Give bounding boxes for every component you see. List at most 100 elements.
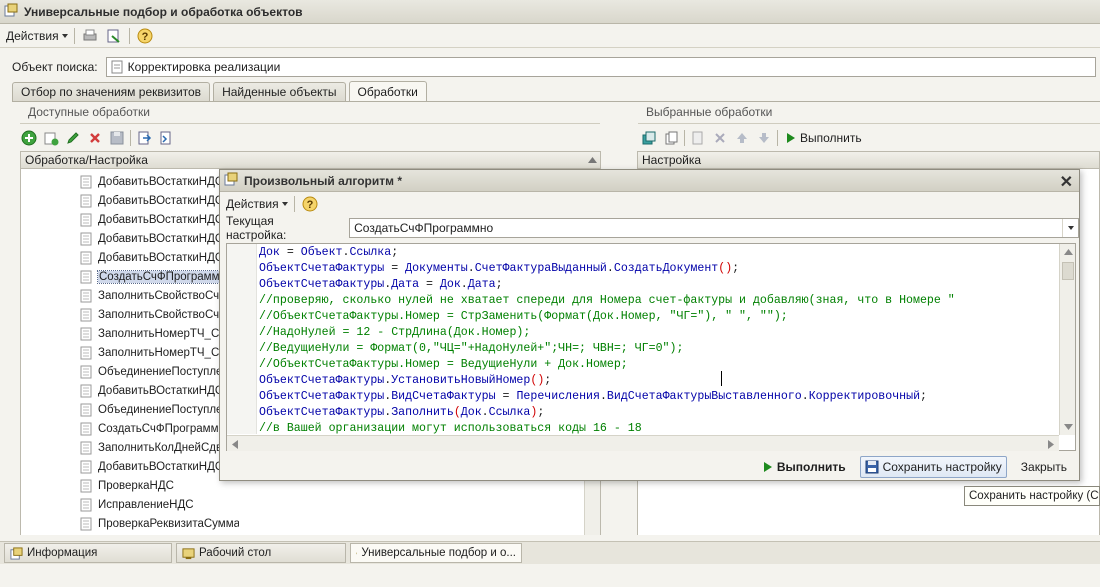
- move-up-button[interactable]: [733, 129, 751, 147]
- delete-icon: [90, 133, 100, 143]
- scroll-up-button[interactable]: [1060, 244, 1076, 260]
- save-setting-button[interactable]: Сохранить настройку: [859, 456, 1007, 478]
- delete-icon: [715, 133, 725, 143]
- code-line[interactable]: ОбъектСчетаФактуры. ВидСчетаФактуры = Пер…: [259, 389, 1059, 405]
- code-line[interactable]: //проверяю, сколько нулей не хватает спе…: [259, 293, 1059, 309]
- scroll-up-button[interactable]: [584, 152, 600, 168]
- list-item[interactable]: ДобавитьВОстаткиНДС_К: [79, 210, 239, 229]
- document-icon: [80, 289, 92, 302]
- open-document-icon: [138, 131, 152, 145]
- list-item[interactable]: ДобавитьВОстаткиНДС_Р: [79, 248, 239, 267]
- duplicate-button[interactable]: [662, 129, 680, 147]
- delete-button[interactable]: [86, 129, 104, 147]
- code-text[interactable]: Док = Объект.Ссылка; ОбъектСчетаФактуры =…: [259, 244, 1059, 434]
- move-down-button[interactable]: [755, 129, 773, 147]
- arrow-left-icon: [232, 439, 238, 449]
- code-line[interactable]: //ВедущиеНули = Формат(0,"ЧЦ="+НадоНулей…: [259, 341, 1059, 357]
- code-line[interactable]: //НадоНулей = 12 - СтрДлина(Док.Номер);: [259, 325, 1059, 341]
- scroll-down-button[interactable]: [1060, 419, 1076, 435]
- code-token: Док: [259, 246, 280, 259]
- code-line[interactable]: Док = Объект.Ссылка;: [259, 245, 1059, 261]
- window-titlebar: Универсальные подбор и обработка объекто…: [0, 0, 1100, 24]
- copy-settings-button[interactable]: [640, 129, 658, 147]
- list-item[interactable]: ДобавитьВОстаткиНДС: [79, 172, 239, 191]
- list-item[interactable]: ОбъединениеПоступлений: [79, 400, 239, 419]
- open-button[interactable]: [135, 129, 153, 147]
- list-item[interactable]: ЗаполнитьСвойствоСчФПр: [79, 286, 239, 305]
- list-item[interactable]: ДобавитьВОстаткиНДС_К: [79, 381, 239, 400]
- editor-horizontal-scrollbar[interactable]: [227, 435, 1059, 451]
- toolbar-separator: [130, 130, 131, 146]
- chevron-down-icon[interactable]: [1062, 219, 1078, 237]
- list-item[interactable]: ЗаполнитьНомерТЧ_СЧФ: [79, 343, 239, 362]
- tab-divider: [12, 101, 1100, 102]
- settings-column-header[interactable]: Настройка: [637, 151, 1100, 169]
- remove-selected-button[interactable]: [711, 129, 729, 147]
- list-item[interactable]: ДобавитьВОстаткиНДС_К: [79, 229, 239, 248]
- chevron-down-icon: [281, 202, 288, 206]
- code-editor[interactable]: Док = Объект.Ссылка; ОбъектСчетаФактуры =…: [226, 243, 1076, 451]
- save-button[interactable]: [108, 129, 126, 147]
- dialog-actions-menu-button[interactable]: Действия: [226, 197, 288, 211]
- document-icon: [80, 517, 92, 530]
- task-universal-processing[interactable]: Универсальные подбор и о...: [350, 543, 522, 563]
- code-token: ВидСчетаФактурыВыставленного: [606, 390, 802, 403]
- task-label: Информация: [27, 547, 98, 559]
- document-icon: [80, 365, 92, 378]
- code-line[interactable]: //в Вашей организации могут использовать…: [259, 421, 1059, 434]
- print-button[interactable]: [81, 27, 99, 45]
- actions-menu-button[interactable]: Действия: [6, 29, 68, 43]
- editor-vertical-scrollbar[interactable]: [1059, 244, 1075, 435]
- close-icon[interactable]: ✕: [1060, 172, 1073, 192]
- scroll-left-button[interactable]: [227, 436, 243, 452]
- add-selected-button[interactable]: [689, 129, 707, 147]
- task-information[interactable]: Информация: [4, 543, 172, 563]
- list-item[interactable]: СоздатьСчФПрограммно_: [79, 419, 239, 438]
- scroll-right-button[interactable]: [1043, 436, 1059, 452]
- list-item[interactable]: ИсправлениеНДС: [79, 495, 239, 514]
- list-item[interactable]: ПроверкаРеквизитаСуммаВключаетНДС: [79, 514, 239, 533]
- list-item[interactable]: ЗаполнитьКолДнейСдвига: [79, 438, 239, 457]
- run-button[interactable]: Выполнить: [759, 456, 850, 478]
- dialog-help-button[interactable]: ?: [301, 195, 319, 213]
- document-icon: [80, 308, 92, 321]
- code-line[interactable]: ОбъектСчетаФактуры.Заполнить(Док.Ссылка)…: [259, 405, 1059, 421]
- select-button[interactable]: [105, 27, 123, 45]
- list-item-label: ОбъединениеПоступлений: [98, 365, 239, 378]
- select-icon: [107, 29, 120, 43]
- current-setting-select[interactable]: СоздатьСчФПрограммно: [349, 218, 1079, 238]
- list-item[interactable]: ОбъединениеПоступлений: [79, 362, 239, 381]
- document-icon: [80, 346, 92, 359]
- code-token: Заполнить: [391, 406, 454, 419]
- run-selected-button[interactable]: Выполнить: [782, 127, 866, 149]
- list-item[interactable]: ДобавитьВОстаткиНДС_Р: [79, 191, 239, 210]
- code-line[interactable]: //ОбъектСчетаФактуры.Номер = СтрЗаменить…: [259, 309, 1059, 325]
- export-button[interactable]: [157, 129, 175, 147]
- edit-button[interactable]: [64, 129, 82, 147]
- task-desktop[interactable]: Рабочий стол: [176, 543, 346, 563]
- tab-label: Найденные объекты: [222, 85, 337, 99]
- tab-filter-by-attributes[interactable]: Отбор по значениям реквизитов: [12, 82, 211, 101]
- code-token: Док: [439, 278, 461, 291]
- code-line[interactable]: ОбъектСчетаФактуры.УстановитьНовыйНомер(…: [259, 373, 1059, 389]
- search-object-field[interactable]: Корректировка реализации: [105, 57, 1096, 77]
- list-item[interactable]: ЗаполнитьНомерТЧ_СЧФ: [79, 324, 239, 343]
- list-item[interactable]: ЗаполнитьСвойствоСчФВы: [79, 305, 239, 324]
- help-button[interactable]: ?: [136, 27, 154, 45]
- list-item[interactable]: СоздатьСчФПрограммно: [79, 267, 239, 286]
- code-token: //ВедущиеНули = Формат(0,"ЧЦ="+НадоНулей…: [259, 342, 684, 355]
- close-button[interactable]: Закрыть: [1017, 456, 1071, 478]
- list-item[interactable]: ПроверкаНДС: [79, 476, 239, 495]
- tab-found-objects[interactable]: Найденные объекты: [213, 82, 346, 101]
- form-icon: [10, 546, 23, 560]
- add-folder-button[interactable]: [42, 129, 60, 147]
- code-token: ;: [544, 374, 552, 387]
- code-line[interactable]: ОбъектСчетаФактуры.Дата = Док.Дата;: [259, 277, 1059, 293]
- processings-column-header[interactable]: Обработка/Настройка: [20, 151, 601, 169]
- tab-processings[interactable]: Обработки: [348, 81, 427, 102]
- add-button[interactable]: [20, 129, 38, 147]
- code-line[interactable]: ОбъектСчетаФактуры = Документы.СчетФакту…: [259, 261, 1059, 277]
- scroll-thumb[interactable]: [1062, 262, 1074, 280]
- code-line[interactable]: //ОбъектСчетаФактуры.Номер = ВедущиеНули…: [259, 357, 1059, 373]
- list-item[interactable]: ДобавитьВОстаткиНДС_К: [79, 457, 239, 476]
